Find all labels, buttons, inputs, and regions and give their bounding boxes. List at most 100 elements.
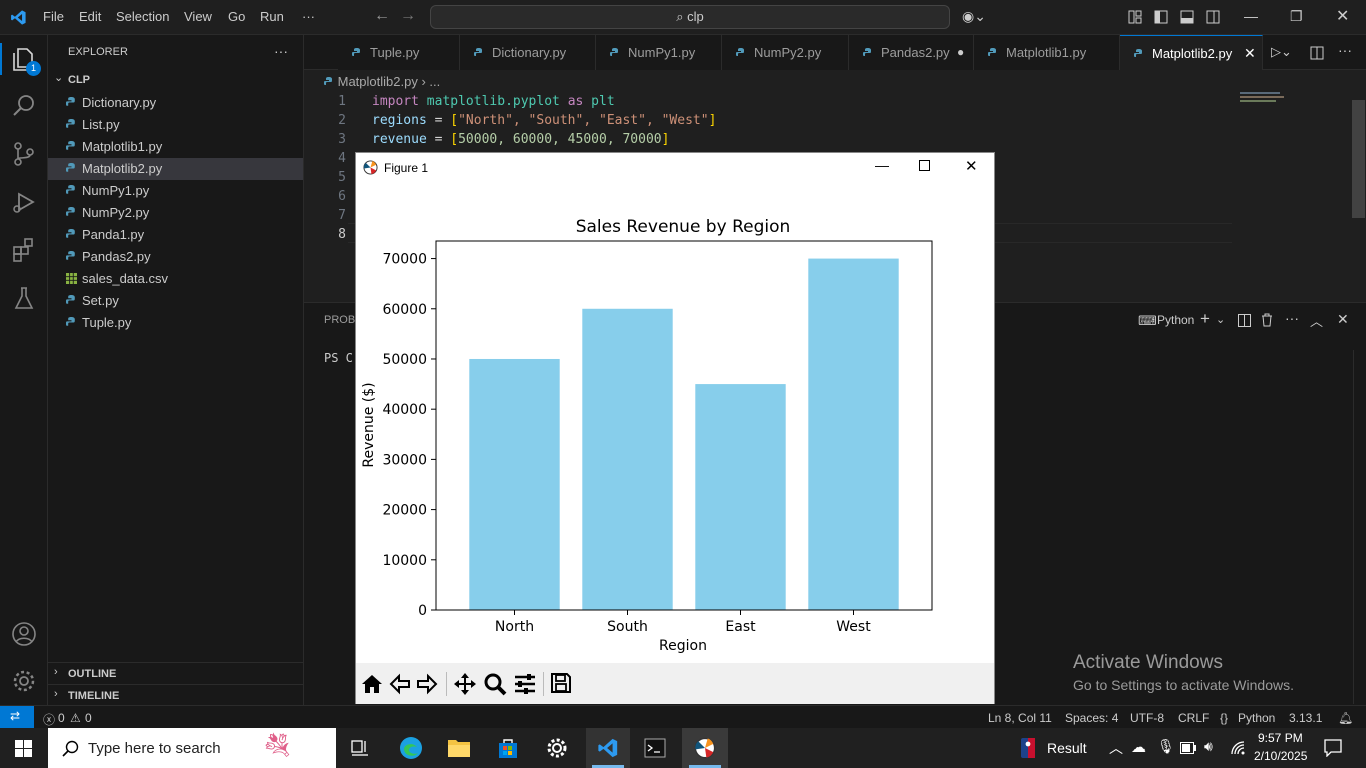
save-icon[interactable] bbox=[550, 672, 572, 694]
timeline-section[interactable]: › TIMELINE bbox=[48, 684, 303, 705]
split-editor-icon[interactable] bbox=[1310, 46, 1324, 60]
pan-icon[interactable] bbox=[453, 672, 477, 696]
windows-start-icon[interactable] bbox=[15, 740, 32, 757]
terminal-app-icon[interactable] bbox=[644, 738, 666, 758]
toggle-secondary-sidebar-icon[interactable] bbox=[1206, 10, 1220, 24]
extensions-icon[interactable] bbox=[10, 236, 38, 264]
toggle-panel-icon[interactable] bbox=[1180, 10, 1194, 24]
end-of-line[interactable]: CRLF bbox=[1178, 711, 1209, 725]
encoding[interactable]: UTF-8 bbox=[1130, 711, 1164, 725]
clock-date[interactable]: 2/10/2025 bbox=[1254, 749, 1307, 763]
menu-more[interactable]: ··· bbox=[302, 9, 315, 24]
onedrive-cloud-icon[interactable]: ☁ bbox=[1131, 738, 1146, 756]
forward-arrow-icon[interactable]: → bbox=[400, 7, 416, 25]
restore-icon[interactable]: ❐ bbox=[1290, 8, 1303, 25]
panel-more-button[interactable]: ··· bbox=[1285, 310, 1299, 326]
menu-run[interactable]: Run bbox=[260, 9, 284, 24]
menu-selection[interactable]: Selection bbox=[116, 9, 169, 24]
file-item[interactable]: Pandas2.py bbox=[48, 246, 303, 268]
minimap[interactable] bbox=[1240, 92, 1288, 108]
battery-icon[interactable] bbox=[1180, 742, 1196, 754]
tab-pandas2[interactable]: Pandas2.py ● bbox=[849, 35, 974, 70]
forward-icon[interactable] bbox=[416, 673, 438, 695]
maximize-icon[interactable] bbox=[919, 160, 930, 171]
source-control-icon[interactable] bbox=[10, 140, 38, 168]
breadcrumb-file[interactable]: Matplotlib2.py bbox=[338, 74, 418, 89]
microphone-icon[interactable]: 🎙︎ bbox=[1157, 738, 1175, 755]
outline-section[interactable]: › OUTLINE bbox=[48, 662, 303, 684]
notifications-bell-icon[interactable]: 🔔︎ bbox=[1338, 711, 1353, 725]
terminal-name[interactable]: Python bbox=[1157, 313, 1194, 327]
close-icon[interactable]: ✕ bbox=[1336, 6, 1349, 26]
menu-go[interactable]: Go bbox=[228, 9, 245, 24]
settings-gear-icon[interactable] bbox=[546, 737, 568, 759]
home-icon[interactable] bbox=[361, 673, 383, 695]
chevron-down-icon[interactable]: ⌄ bbox=[1216, 313, 1225, 326]
explorer-more-button[interactable]: ··· bbox=[274, 43, 288, 59]
search-icon[interactable] bbox=[10, 92, 38, 120]
back-arrow-icon[interactable]: ← bbox=[374, 7, 390, 25]
run-debug-icon[interactable] bbox=[10, 188, 38, 216]
minimize-icon[interactable]: — bbox=[875, 157, 889, 173]
menu-edit[interactable]: Edit bbox=[79, 9, 101, 24]
file-item[interactable]: Matplotlib2.py bbox=[48, 158, 303, 180]
file-item[interactable]: Matplotlib1.py bbox=[48, 136, 303, 158]
run-file-icon[interactable]: ▷⌄ bbox=[1271, 44, 1292, 60]
toggle-sidebar-icon[interactable] bbox=[1154, 10, 1168, 24]
file-item[interactable]: Set.py bbox=[48, 290, 303, 312]
warning-icon[interactable]: ⚠ bbox=[70, 711, 81, 725]
chevron-up-icon[interactable]: ︿ bbox=[1109, 738, 1123, 758]
zoom-icon[interactable] bbox=[483, 672, 507, 696]
indentation[interactable]: Spaces: 4 bbox=[1065, 711, 1118, 725]
settings-gear-icon[interactable] bbox=[10, 667, 38, 695]
editor-more-button[interactable]: ··· bbox=[1338, 42, 1352, 58]
taskbar-search-box[interactable]: Type here to search 💐︎ bbox=[48, 728, 336, 768]
file-item[interactable]: sales_data.csv bbox=[48, 268, 303, 290]
warning-count[interactable]: 0 bbox=[85, 711, 92, 725]
maximize-panel-icon[interactable]: ︿ bbox=[1310, 311, 1323, 330]
notification-center-icon[interactable] bbox=[1324, 739, 1342, 757]
trash-icon[interactable] bbox=[1261, 313, 1273, 327]
python-version[interactable]: 3.13.1 bbox=[1289, 711, 1322, 725]
file-item[interactable]: NumPy1.py bbox=[48, 180, 303, 202]
language-mode[interactable]: Python bbox=[1238, 711, 1275, 725]
configure-subplots-icon[interactable] bbox=[513, 672, 537, 696]
error-count[interactable]: 0 bbox=[58, 711, 65, 725]
command-search[interactable]: ⌕ clp bbox=[430, 5, 950, 29]
copilot-icon[interactable]: ◉⌄ bbox=[962, 8, 986, 25]
tab-dictionary[interactable]: Dictionary.py bbox=[460, 35, 596, 70]
file-item[interactable]: List.py bbox=[48, 114, 303, 136]
account-icon[interactable] bbox=[10, 620, 38, 648]
minimize-icon[interactable]: — bbox=[1244, 8, 1258, 24]
close-icon[interactable]: ✕ bbox=[965, 157, 978, 175]
microsoft-store-icon[interactable] bbox=[497, 737, 519, 759]
new-terminal-icon[interactable]: + bbox=[1200, 309, 1210, 329]
wifi-icon[interactable] bbox=[1230, 740, 1246, 756]
folder-header[interactable]: ⌄ CLP bbox=[48, 69, 303, 91]
back-icon[interactable] bbox=[389, 673, 411, 695]
testing-icon[interactable] bbox=[10, 284, 38, 312]
editor-scrollbar[interactable] bbox=[1352, 100, 1365, 218]
menu-file[interactable]: File bbox=[43, 9, 64, 24]
edge-browser-icon[interactable] bbox=[399, 736, 423, 760]
file-item[interactable]: Dictionary.py bbox=[48, 92, 303, 114]
tab-tuple[interactable]: Tuple.py bbox=[338, 35, 460, 70]
close-panel-icon[interactable]: ✕ bbox=[1337, 311, 1349, 328]
widget-result-label[interactable]: Result bbox=[1047, 740, 1087, 756]
cursor-position[interactable]: Ln 8, Col 11 bbox=[988, 711, 1052, 725]
volume-icon[interactable]: 🔊︎ bbox=[1204, 738, 1213, 755]
split-terminal-icon[interactable] bbox=[1238, 314, 1251, 327]
tab-close-icon[interactable]: ✕ bbox=[1244, 36, 1256, 71]
breadcrumb-rest[interactable]: ... bbox=[429, 74, 440, 89]
modified-dot-icon[interactable]: ● bbox=[957, 35, 964, 70]
nba-logo-icon[interactable] bbox=[1021, 738, 1035, 758]
tab-numpy1[interactable]: NumPy1.py bbox=[596, 35, 722, 70]
taskbar-vscode[interactable] bbox=[586, 728, 630, 768]
file-item[interactable]: NumPy2.py bbox=[48, 202, 303, 224]
file-explorer-icon[interactable] bbox=[447, 737, 471, 759]
tab-matplotlib1[interactable]: Matplotlib1.py bbox=[974, 35, 1120, 70]
remote-indicator[interactable]: ⇄ bbox=[0, 706, 34, 728]
error-icon[interactable]: ⓧ bbox=[43, 711, 55, 728]
taskbar-matplotlib[interactable] bbox=[682, 728, 728, 768]
file-item[interactable]: Panda1.py bbox=[48, 224, 303, 246]
